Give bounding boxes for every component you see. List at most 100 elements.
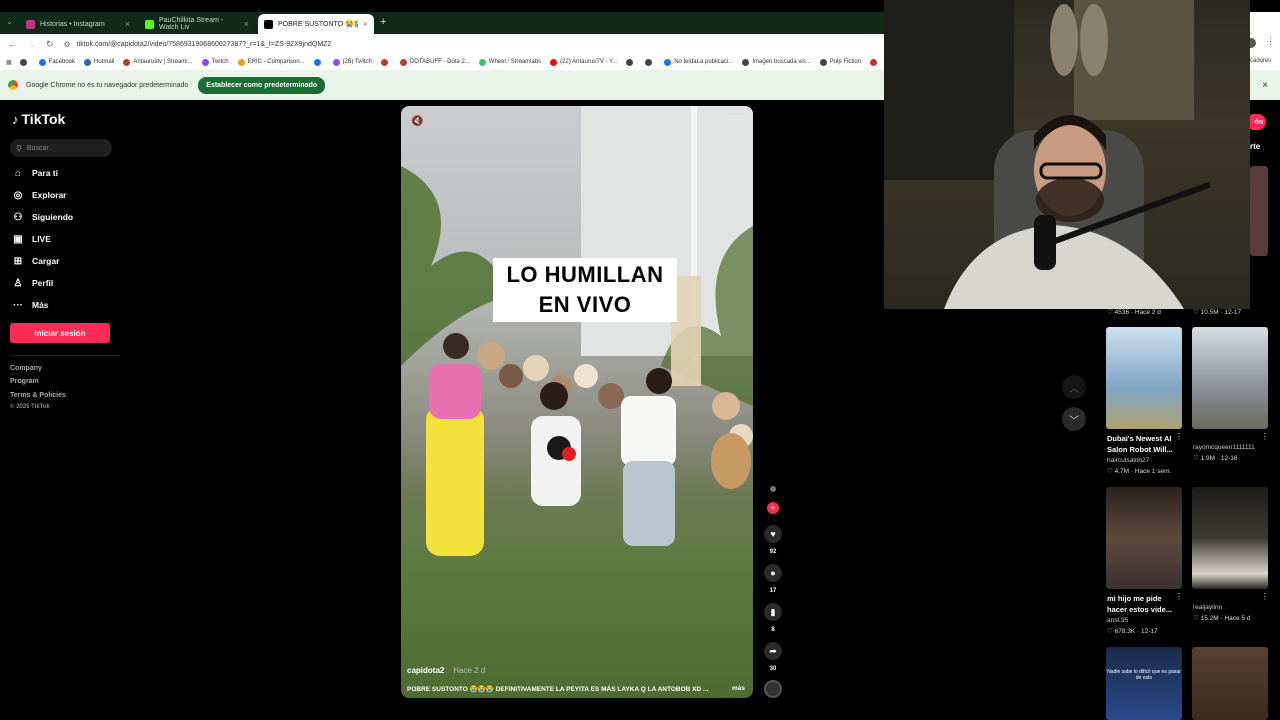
video-thumbnail[interactable] (1192, 487, 1268, 589)
bookmark[interactable] (870, 58, 880, 66)
video-stat: ♡ 1.9M · 12-16 (1193, 455, 1238, 462)
footer-link-company[interactable]: Company (10, 365, 42, 372)
reload-icon[interactable]: ↻ (46, 39, 54, 50)
nav-perfil[interactable]: ♙ Perfil (12, 276, 102, 290)
tab-kick[interactable]: PauChilkita Stream - Watch Liv × (139, 14, 255, 34)
author-name[interactable]: capidota2 (407, 666, 444, 675)
next-video-button[interactable]: ﹀ (1062, 407, 1086, 431)
streamer-cam (884, 0, 1211, 309)
more-options-icon[interactable]: ··· (731, 114, 741, 125)
tab-instagram[interactable]: Historias • Instagram × (20, 14, 136, 34)
sticker-red (562, 447, 576, 461)
bookmark[interactable]: Imagen buscada vis... (742, 58, 811, 66)
partial-thumbnail[interactable] (1250, 166, 1268, 256)
site-info-icon[interactable]: ⚙ (64, 40, 71, 49)
bookmark[interactable] (645, 58, 655, 66)
bookmark[interactable]: Hotmail (84, 58, 114, 66)
tab-search-chevron-icon[interactable]: ⌄ (6, 17, 13, 26)
balloon (574, 364, 598, 388)
poster-left (884, 0, 1014, 180)
footer-link-terms[interactable]: Terms & Policies (10, 392, 66, 399)
item-menu-icon[interactable]: ⋮ (1261, 592, 1269, 601)
video-thumbnail[interactable] (1192, 647, 1268, 720)
mute-icon[interactable]: 🔇 (411, 116, 423, 127)
bookmark[interactable]: No leídaLa publicaci... (664, 58, 733, 66)
bookmark[interactable]: (22) AntaurusTV - Y... (550, 58, 617, 66)
description-more-button[interactable]: más (732, 685, 745, 692)
balloon (499, 364, 523, 388)
apps-icon[interactable]: ▦ (6, 59, 12, 66)
video-title[interactable]: mi hijo me pide hacer estos vide... (1107, 593, 1177, 615)
video-scene (401, 106, 753, 556)
bookmark[interactable] (313, 58, 324, 66)
video-stat: ♡ 4536 · Hace 2 d (1107, 309, 1161, 316)
nav-explorar[interactable]: ◎ Explorar (12, 188, 102, 202)
default-browser-infobar: Google Chrome no es tu navegador predete… (0, 70, 884, 100)
bookmark[interactable]: Wheel / Streamlabs (478, 58, 541, 66)
bookmark[interactable]: ERIC - Comparison... (237, 58, 305, 66)
login-button[interactable]: Iniciar sesión (10, 323, 110, 343)
nav-cargar[interactable]: ⊞ Cargar (12, 254, 102, 268)
footer-link-program[interactable]: Program (10, 378, 39, 385)
video-stat: ♡ 10.5M · 12-17 (1193, 309, 1242, 316)
video-title[interactable]: Dubai's Newest AI Salon Robot Will... (1107, 433, 1177, 455)
video-thumbnail[interactable] (1106, 487, 1182, 589)
nav-siguiendo[interactable]: ⚇ Siguiendo (12, 210, 102, 224)
nav-mas[interactable]: ··· Más (12, 298, 102, 312)
video-author[interactable]: realjaylinn (1193, 604, 1222, 611)
woman-head (540, 382, 568, 410)
video-author[interactable]: haircutsalon27 (1107, 457, 1149, 464)
video-thumbnail[interactable] (1106, 327, 1182, 429)
bookmark[interactable]: Facebook (38, 58, 75, 66)
close-icon[interactable]: × (363, 19, 368, 29)
save-button[interactable]: ▮ (764, 603, 782, 621)
post-time: · Hace 2 d (448, 666, 486, 675)
bookmark[interactable] (626, 58, 636, 66)
menu-dots-icon[interactable]: ⋮ (1266, 36, 1275, 47)
comment-button[interactable]: ● (764, 564, 782, 582)
address-bar: ← → ↻ ⚙ tiktok.com/@capidota2/video/7586… (0, 34, 884, 54)
bookmark[interactable]: Twitch (201, 58, 229, 66)
search-icon: ⚲ (16, 143, 22, 153)
bookmark[interactable]: (28) Twitch (332, 58, 372, 66)
man-pants (623, 461, 675, 546)
creator-avatar-small[interactable] (770, 486, 776, 492)
tiktok-note-icon: ♪ (12, 111, 19, 127)
like-button[interactable]: ♥ (764, 525, 782, 543)
bookmark[interactable]: Pulp Fiction (819, 58, 861, 66)
bookmark[interactable] (19, 58, 30, 66)
infobar-close-icon[interactable]: × (1250, 70, 1280, 100)
tab-tiktok[interactable]: POBRE SUSTONTO 😭😭😭 D × (258, 14, 374, 34)
close-icon[interactable]: × (244, 19, 249, 29)
music-disc-icon[interactable] (764, 680, 782, 698)
bookmark[interactable]: Antaurustv | Streami... (123, 58, 193, 66)
man-white-shirt (621, 396, 676, 466)
back-icon[interactable]: ← (8, 39, 17, 49)
search-input[interactable]: ⚲ Buscar (10, 139, 112, 157)
video-thumbnail[interactable]: Nadie sabe lo difícil que es pasar de es… (1106, 647, 1182, 720)
infobar-text: Google Chrome no es tu navegador predete… (26, 81, 189, 89)
nav-para-ti[interactable]: ⌂ Para ti (12, 166, 102, 180)
video-player[interactable]: LO HUMILLAN EN VIVO 🔇 ··· capidota2 · Hac… (401, 106, 753, 698)
close-icon[interactable]: × (125, 19, 130, 29)
nav-live[interactable]: ▣ LIVE (12, 232, 102, 246)
new-tab-icon[interactable]: + (380, 16, 386, 28)
video-author[interactable]: anst.95 (1107, 617, 1128, 624)
item-menu-icon[interactable]: ⋮ (1261, 432, 1269, 441)
chevron-up-icon: ︿ (1069, 383, 1079, 395)
instagram-icon (26, 19, 35, 29)
video-author[interactable]: capidota2 · Hace 2 d (407, 666, 485, 675)
bookmarks-bar: ▦ Facebook Hotmail Antaurustv | Streami.… (0, 54, 884, 70)
url-field[interactable]: tiktok.com/@capidota2/video/758693190686… (77, 41, 332, 48)
bookmark[interactable] (380, 58, 391, 66)
bookmark[interactable]: DOTABUFF - Dota 2... (399, 58, 470, 66)
partial-tab-label[interactable]: rte (1250, 142, 1260, 151)
previous-video-button[interactable]: ︿ (1062, 375, 1086, 399)
tiktok-logo[interactable]: ♪ TikTok (12, 111, 65, 127)
video-thumbnail[interactable] (1192, 327, 1268, 429)
forward-icon[interactable]: → (27, 39, 36, 49)
set-default-button[interactable]: Establecer como predeterminado (198, 76, 326, 94)
follow-plus-icon[interactable]: + (767, 502, 779, 514)
share-button[interactable]: ➦ (764, 642, 782, 660)
video-author[interactable]: rayomcqueen1111111 (1193, 444, 1255, 451)
